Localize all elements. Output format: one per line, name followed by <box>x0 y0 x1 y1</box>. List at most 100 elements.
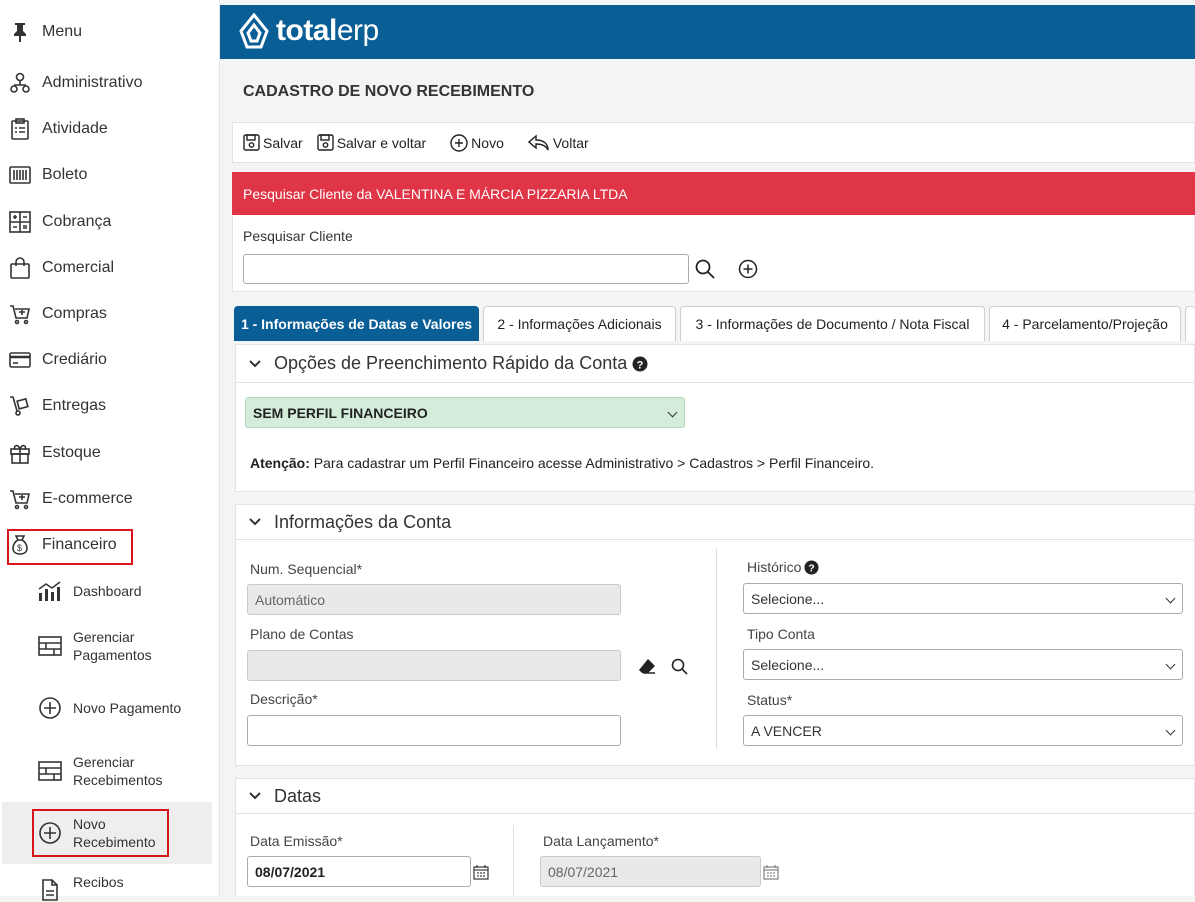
tab-datas-valores[interactable]: 1 - Informações de Datas e Valores <box>234 306 479 341</box>
calendar-icon <box>473 865 489 880</box>
client-alert-text: Pesquisar Cliente da VALENTINA E MÁRCIA … <box>243 185 628 202</box>
pin-icon <box>8 20 32 44</box>
account-info-header[interactable]: Informações da Conta <box>236 505 1194 540</box>
column-divider <box>513 825 514 897</box>
brand-logo[interactable]: total erp <box>238 11 379 51</box>
sidebar-item-label: Menu <box>42 23 83 40</box>
client-alert-banner: Pesquisar Cliente da VALENTINA E MÁRCIA … <box>232 172 1195 215</box>
help-icon[interactable]: ? <box>632 356 648 372</box>
account-info-title: Informações da Conta <box>274 511 452 532</box>
account-type-value: Selecione... <box>751 656 825 673</box>
sidebar-item-ecommerce[interactable]: E-commerce <box>0 479 220 519</box>
history-label: Histórico ? <box>747 559 819 575</box>
quick-fill-panel: Opções de Preenchimento Rápido da Conta … <box>235 344 1195 492</box>
account-type-label: Tipo Conta <box>747 626 815 642</box>
status-select[interactable]: A VENCER <box>743 715 1183 746</box>
sidebar-item-compras[interactable]: Compras <box>0 294 220 334</box>
tab-label: 2 - Informações Adicionais <box>497 316 662 332</box>
save-button-label: Salvar <box>263 134 303 151</box>
client-search-button[interactable] <box>693 257 717 281</box>
gift-box-icon <box>8 441 32 465</box>
seq-number-value: Automático <box>255 591 326 608</box>
tab-label: 1 - Informações de Datas e Valores <box>240 316 473 332</box>
quick-fill-title: Opções de Preenchimento Rápido da Conta <box>274 353 628 373</box>
launch-date-field[interactable]: 08/07/2021 <box>540 856 761 887</box>
financial-profile-notice: Atenção: Para cadastrar um Perfil Financ… <box>250 455 874 471</box>
sidebar-item-atividade[interactable]: Atividade <box>0 109 220 149</box>
emission-date-input[interactable]: 08/07/2021 <box>247 856 471 887</box>
new-button-label: Novo <box>471 134 504 151</box>
page-title: CADASTRO DE NOVO RECEBIMENTO <box>243 83 535 100</box>
emission-date-value: 08/07/2021 <box>255 863 326 880</box>
sidebar-sub-item-gerenciar-recebimentos[interactable]: Gerenciar Recebimentos <box>30 744 212 798</box>
chart-of-accounts-field[interactable] <box>247 650 621 681</box>
sidebar-sub-item-dashboard[interactable]: Dashboard <box>30 564 212 618</box>
org-chart-icon <box>8 71 32 95</box>
back-button[interactable]: Voltar <box>527 133 589 152</box>
add-client-button[interactable] <box>736 257 760 281</box>
launch-date-calendar-button[interactable] <box>762 863 780 881</box>
launch-date-label: Data Lançamento* <box>543 833 659 849</box>
search-chart-of-accounts-button[interactable] <box>668 655 690 677</box>
brand-mark-icon <box>239 13 269 49</box>
account-type-select[interactable]: Selecione... <box>743 649 1183 680</box>
reply-arrow-icon <box>527 133 549 150</box>
sidebar-item-comercial[interactable]: Comercial <box>0 248 220 288</box>
list-icon <box>38 759 62 783</box>
client-search-input[interactable] <box>243 254 689 284</box>
tab-documento-nota-fiscal[interactable]: 3 - Informações de Documento / Nota Fisc… <box>680 306 985 341</box>
dates-header[interactable]: Datas <box>236 779 1194 814</box>
sidebar-item-administrativo[interactable]: Administrativo <box>0 63 220 103</box>
sidebar-item-cobranca[interactable]: Cobrança <box>0 202 220 242</box>
sidebar-item-label: Atividade <box>42 120 108 137</box>
launch-date-value: 08/07/2021 <box>548 863 619 880</box>
notice-bold-text: Atenção: <box>250 455 310 471</box>
tab-overflow[interactable] <box>1185 306 1195 341</box>
sidebar-sub-item-novo-pagamento[interactable]: Novo Pagamento <box>30 681 212 735</box>
dates-panel: Datas Data Emissão* 08/07/2021 Data Lanç… <box>235 778 1195 897</box>
tab-parcelamento-projecao[interactable]: 4 - Parcelamento/Projeção <box>989 306 1181 341</box>
description-input[interactable] <box>247 715 621 746</box>
tab-label: 3 - Informações de Documento / Nota Fisc… <box>695 316 970 332</box>
sidebar-item-crediario[interactable]: Crediário <box>0 340 220 380</box>
list-icon <box>38 634 62 658</box>
cart-icon <box>8 302 32 326</box>
emission-date-calendar-button[interactable] <box>472 863 490 881</box>
search-icon <box>671 658 688 675</box>
seq-number-field[interactable]: Automático <box>247 584 621 615</box>
floppy-disk-icon <box>243 134 260 151</box>
sidebar-item-label: E-commerce <box>42 490 133 507</box>
help-icon[interactable]: ? <box>804 559 819 575</box>
sidebar-sub-item-recibos[interactable]: Recibos <box>30 868 212 901</box>
sidebar-item-entregas[interactable]: Entregas <box>0 386 220 426</box>
sidebar-sub-item-label: Gerenciar Recebimentos <box>73 754 163 788</box>
svg-text:?: ? <box>809 563 815 574</box>
hand-truck-icon <box>8 394 32 418</box>
sidebar-item-estoque[interactable]: Estoque <box>0 433 220 473</box>
highlight-box-novo-recebimento <box>32 809 169 857</box>
save-and-back-button[interactable]: Salvar e voltar <box>316 134 426 151</box>
emission-date-label: Data Emissão* <box>250 833 343 849</box>
sidebar-item-boleto[interactable]: Boleto <box>0 155 220 195</box>
plus-circle-icon <box>38 696 62 720</box>
clear-chart-of-accounts-button[interactable] <box>636 655 658 677</box>
new-button[interactable]: Novo <box>450 133 504 152</box>
financial-profile-select[interactable]: SEM PERFIL FINANCEIRO <box>245 397 685 428</box>
status-label: Status* <box>747 692 793 708</box>
history-select[interactable]: Selecione... <box>743 583 1183 614</box>
toolbar: Salvar Salvar e voltar Novo Voltar <box>232 122 1195 163</box>
quick-fill-header[interactable]: Opções de Preenchimento Rápido da Conta … <box>236 345 1194 383</box>
sidebar-item-label: Compras <box>42 305 107 322</box>
tab-informacoes-adicionais[interactable]: 2 - Informações Adicionais <box>483 306 676 341</box>
tab-label: 4 - Parcelamento/Projeção <box>1002 316 1168 332</box>
sidebar-item-menu[interactable]: Menu <box>0 12 220 52</box>
sidebar-sub-item-gerenciar-pagamentos[interactable]: Gerenciar Pagamentos <box>30 619 212 673</box>
file-icon <box>38 878 62 902</box>
chevron-down-icon <box>249 518 261 526</box>
cart-plus-icon <box>8 487 32 511</box>
sidebar-item-label: Entregas <box>42 397 107 414</box>
sidebar-item-label: Cobrança <box>42 213 112 230</box>
account-info-panel: Informações da Conta Num. Sequencial* Au… <box>235 504 1195 766</box>
sidebar: Menu Administrativo Atividade Boleto Cob… <box>0 0 220 901</box>
save-button[interactable]: Salvar <box>243 134 303 151</box>
